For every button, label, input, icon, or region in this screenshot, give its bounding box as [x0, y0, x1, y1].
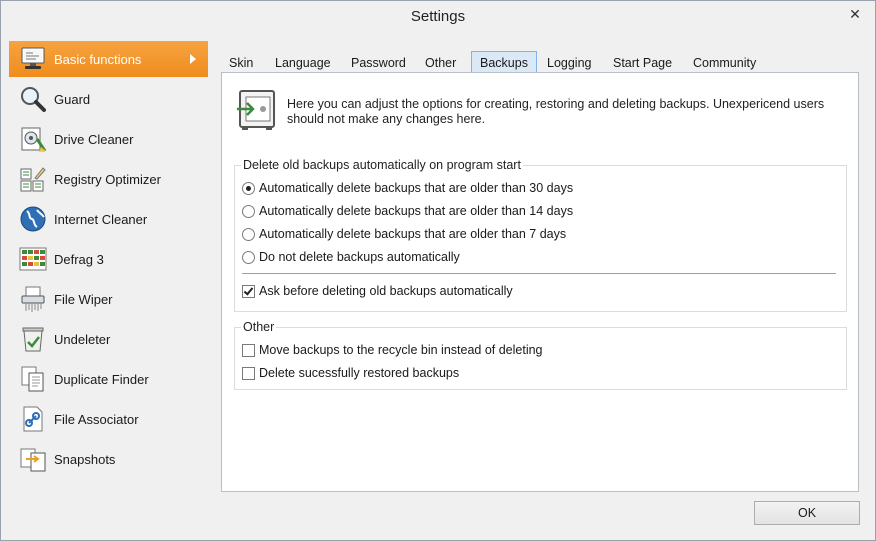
sidebar-item-label: Registry Optimizer — [54, 171, 161, 187]
tab-password[interactable]: Password — [343, 51, 414, 73]
sidebar-item-undeleter[interactable]: Undeleter — [9, 321, 208, 357]
radio-button[interactable] — [242, 181, 255, 195]
duplicate-docs-icon — [18, 364, 48, 394]
checkbox-move-to-recycle-bin[interactable]: Move backups to the recycle bin instead … — [242, 341, 543, 359]
sidebar-item-internet-cleaner[interactable]: Internet Cleaner — [9, 201, 208, 237]
radio-7-days[interactable]: Automatically delete backups that are ol… — [242, 225, 566, 243]
chevron-right-icon — [190, 54, 196, 64]
registry-icon — [18, 164, 48, 194]
defrag-grid-icon — [18, 244, 48, 274]
ok-button[interactable]: OK — [754, 501, 860, 525]
radio-no-auto-delete[interactable]: Do not delete backups automatically — [242, 248, 460, 266]
tab-logging[interactable]: Logging — [539, 51, 600, 73]
sidebar-item-label: Basic functions — [54, 51, 142, 67]
other-options-group: Other Move backups to the recycle bin in… — [234, 320, 847, 390]
globe-icon — [18, 204, 48, 234]
radio-button[interactable] — [242, 204, 255, 218]
group-title: Other — [241, 320, 277, 334]
recycle-bin-icon — [18, 324, 48, 354]
radio-button[interactable] — [242, 227, 255, 241]
sidebar-item-registry-optimizer[interactable]: Registry Optimizer — [9, 161, 208, 197]
sidebar-item-label: Undeleter — [54, 331, 111, 347]
monitor-icon — [18, 44, 48, 74]
sidebar-item-drive-cleaner[interactable]: Drive Cleaner — [9, 121, 208, 157]
sidebar-item-label: File Wiper — [54, 291, 113, 307]
file-link-icon — [18, 404, 48, 434]
backup-safe-icon — [236, 87, 276, 131]
sidebar-item-label: Duplicate Finder — [54, 371, 149, 387]
window-title: Settings — [410, 8, 466, 25]
tab-backups[interactable]: Backups — [471, 51, 537, 73]
sidebar-item-guard[interactable]: Guard — [9, 81, 208, 117]
delete-backups-group: Delete old backups automatically on prog… — [234, 158, 847, 312]
shredder-icon — [18, 284, 48, 314]
magnifier-icon — [18, 84, 48, 114]
divider — [242, 273, 836, 274]
radio-button[interactable] — [242, 250, 255, 264]
snapshot-icon — [18, 444, 48, 474]
sidebar-item-snapshots[interactable]: Snapshots — [9, 441, 208, 477]
checkbox[interactable] — [242, 284, 255, 298]
tab-language[interactable]: Language — [267, 51, 339, 73]
sidebar-item-label: Drive Cleaner — [54, 131, 134, 147]
settings-window: Settings ✕ Basic functions Guard Drive C… — [0, 0, 876, 541]
radio-14-days[interactable]: Automatically delete backups that are ol… — [242, 202, 573, 220]
sidebar-item-label: Defrag 3 — [54, 251, 104, 267]
checkbox[interactable] — [242, 343, 255, 357]
intro-description: Here you can adjust the options for crea… — [287, 97, 825, 126]
title-bar[interactable]: Settings ✕ — [1, 1, 875, 33]
checkbox-delete-restored-backups[interactable]: Delete sucessfully restored backups — [242, 364, 459, 382]
sidebar-item-basic-functions[interactable]: Basic functions — [9, 41, 208, 77]
sidebar: Basic functions Guard Drive Cleaner Regi… — [8, 39, 209, 535]
backups-panel: Here you can adjust the options for crea… — [221, 72, 859, 492]
group-title: Delete old backups automatically on prog… — [241, 158, 523, 172]
sidebar-item-label: Internet Cleaner — [54, 211, 148, 227]
close-button[interactable]: ✕ — [843, 5, 867, 23]
sidebar-item-label: Snapshots — [54, 451, 116, 467]
radio-30-days[interactable]: Automatically delete backups that are ol… — [242, 179, 573, 197]
checkbox[interactable] — [242, 366, 255, 380]
sidebar-item-duplicate-finder[interactable]: Duplicate Finder — [9, 361, 208, 397]
disk-cleaner-icon — [18, 124, 48, 154]
tab-start-page[interactable]: Start Page — [605, 51, 680, 73]
tab-other[interactable]: Other — [417, 51, 464, 73]
sidebar-item-defrag[interactable]: Defrag 3 — [9, 241, 208, 277]
tab-community[interactable]: Community — [685, 51, 764, 73]
sidebar-item-file-wiper[interactable]: File Wiper — [9, 281, 208, 317]
sidebar-item-label: Guard — [54, 91, 91, 107]
checkbox-ask-before-deleting[interactable]: Ask before deleting old backups automati… — [242, 282, 513, 300]
sidebar-item-label: File Associator — [54, 411, 139, 427]
sidebar-item-file-associator[interactable]: File Associator — [9, 401, 208, 437]
tab-skin[interactable]: Skin — [221, 51, 261, 73]
